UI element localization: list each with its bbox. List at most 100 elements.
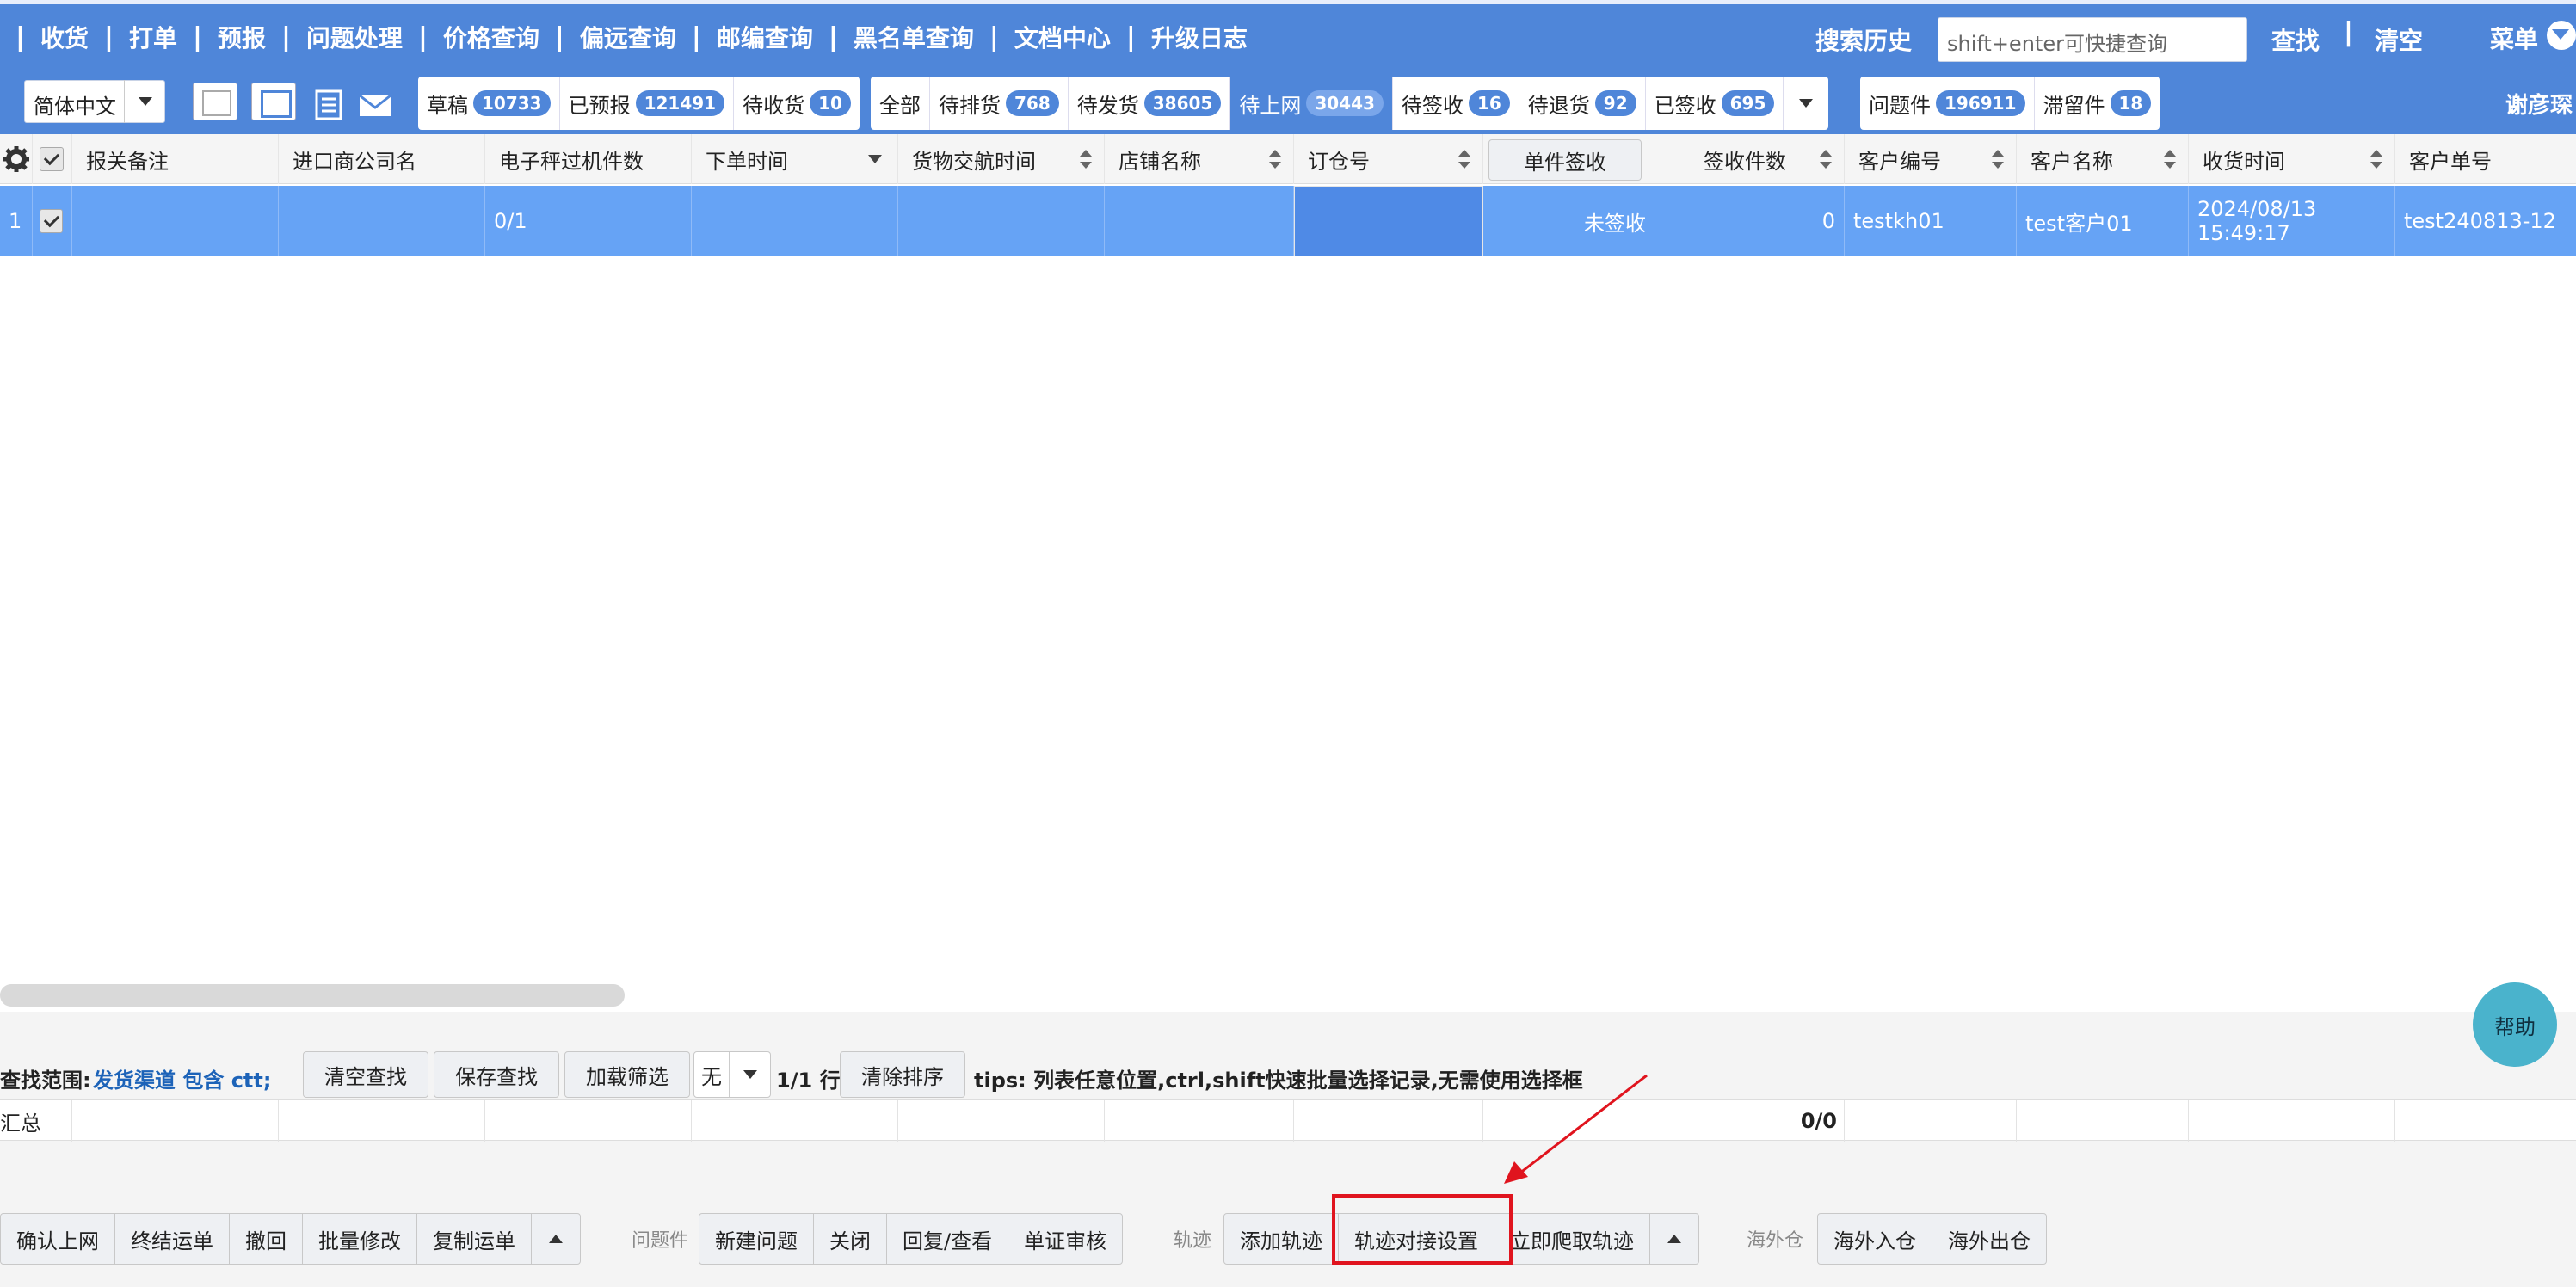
- select-all-checkbox[interactable]: [33, 134, 72, 184]
- cell-sign-status: 未签收: [1483, 186, 1655, 256]
- user-name[interactable]: 谢彦琛: [2505, 88, 2573, 120]
- col-customs-note[interactable]: 报关备注: [72, 134, 279, 184]
- summary-label: 汇总: [0, 1100, 72, 1142]
- nav-changelog[interactable]: 升级日志: [1151, 20, 1248, 54]
- cell-importer: [279, 186, 485, 256]
- table-row[interactable]: 1 0/1 未签收 0 testkh01 test客户01 2024/08/13…: [0, 186, 2576, 256]
- mail-icon[interactable]: [358, 89, 392, 120]
- cell-customer-code: testkh01: [1845, 186, 2017, 256]
- more-actions-up-icon[interactable]: [532, 1214, 580, 1264]
- withdraw-button[interactable]: 撤回: [230, 1214, 303, 1264]
- menu-chevron-icon[interactable]: [2547, 21, 2576, 50]
- nav-print[interactable]: 打单: [129, 20, 177, 54]
- reply-view-button[interactable]: 回复/查看: [887, 1214, 1009, 1264]
- clear-button[interactable]: 清空: [2375, 22, 2423, 57]
- gear-icon[interactable]: [0, 134, 33, 184]
- doc-review-button[interactable]: 单证审核: [1008, 1214, 1122, 1264]
- nav-receive[interactable]: 收货: [40, 20, 89, 54]
- list-icon[interactable]: [313, 89, 344, 120]
- close-problem-button[interactable]: 关闭: [814, 1214, 887, 1264]
- nav-forecast[interactable]: 预报: [218, 20, 266, 54]
- tab-forecasted[interactable]: 已预报 121491: [560, 77, 735, 130]
- count-badge: 196911: [1936, 90, 2025, 116]
- tab-stranded[interactable]: 滞留件 18: [2035, 77, 2160, 130]
- tab-pending-return[interactable]: 待退货 92: [1519, 77, 1646, 130]
- search-input[interactable]: shift+enter可快捷查询: [1938, 17, 2247, 62]
- search-history-link[interactable]: 搜索历史: [1815, 22, 1912, 57]
- save-find-button[interactable]: 保存查找: [434, 1051, 559, 1098]
- sort-icon: [1992, 150, 2004, 169]
- overseas-inbound-button[interactable]: 海外入仓: [1818, 1214, 1932, 1264]
- copy-waybill-button[interactable]: 复制运单: [417, 1214, 532, 1264]
- more-track-up-icon[interactable]: [1650, 1214, 1698, 1264]
- more-status-dropdown[interactable]: [1784, 77, 1828, 130]
- tab-pending-receive[interactable]: 待收货 10: [734, 77, 860, 130]
- count-badge: 38605: [1143, 90, 1222, 116]
- new-problem-button[interactable]: 新建问题: [699, 1214, 814, 1264]
- single-sign-button[interactable]: 单件签收: [1488, 139, 1642, 181]
- col-single-sign: 单件签收: [1483, 134, 1655, 184]
- col-customer-name[interactable]: 客户名称: [2017, 134, 2189, 184]
- row-checkbox[interactable]: [33, 186, 72, 256]
- checkbox: [40, 209, 63, 233]
- load-filter-button[interactable]: 加载筛选: [564, 1051, 690, 1098]
- tab-pending-sign[interactable]: 待签收 16: [1393, 77, 1519, 130]
- tab-problem[interactable]: 问题件 196911: [1860, 77, 2035, 130]
- horizontal-scrollbar[interactable]: [0, 984, 625, 1007]
- annotation-arrow-icon: [1504, 1074, 1648, 1184]
- count-badge: 92: [1594, 90, 1636, 116]
- cell-booking-no[interactable]: [1294, 186, 1483, 256]
- col-customer-order[interactable]: 客户单号: [2395, 134, 2576, 184]
- tab-pending-online[interactable]: 待上网 30443: [1230, 77, 1393, 130]
- tab-signed[interactable]: 已签收 695: [1646, 77, 1784, 130]
- nav-price[interactable]: 价格查询: [443, 20, 539, 54]
- col-handover-time[interactable]: 货物交航时间: [898, 134, 1105, 184]
- col-scale-count[interactable]: 电子秤过机件数: [485, 134, 692, 184]
- nav-docs[interactable]: 文档中心: [1014, 20, 1111, 54]
- chevron-down-icon[interactable]: [124, 80, 165, 123]
- overseas-outbound-button[interactable]: 海外出仓: [1932, 1214, 2046, 1264]
- col-customer-code[interactable]: 客户编号: [1845, 134, 2017, 184]
- col-shop[interactable]: 店铺名称: [1105, 134, 1294, 184]
- draft-status-group: 草稿 10733 已预报 121491 待收货 10: [418, 77, 860, 130]
- sort-icon: [1080, 150, 1092, 169]
- view-narrow-button[interactable]: [193, 83, 237, 120]
- count-badge: 695: [1721, 90, 1775, 116]
- menu-button[interactable]: 菜单: [2490, 21, 2538, 55]
- col-receive-time[interactable]: 收货时间: [2189, 134, 2395, 184]
- tab-pending-ship[interactable]: 待发货 38605: [1069, 77, 1231, 130]
- tab-all[interactable]: 全部: [871, 77, 930, 130]
- tips-text: tips: 列表任意位置,ctrl,shift快速批量选择记录,无需使用选择框: [974, 1068, 1583, 1093]
- annotation-highlight-box: [1332, 1194, 1513, 1265]
- crawl-track-now-button[interactable]: 立即爬取轨迹: [1494, 1214, 1650, 1264]
- shipping-status-group: 全部 待排货 768 待发货 38605 待上网 30443 待签收 16 待退货 92 …: [871, 77, 1829, 130]
- tab-draft[interactable]: 草稿 10733: [418, 77, 560, 130]
- cell-receive-time: 2024/08/13 15:49:17: [2189, 186, 2395, 256]
- col-importer[interactable]: 进口商公司名: [279, 134, 485, 184]
- find-button[interactable]: 查找: [2271, 22, 2320, 57]
- count-badge: 10733: [473, 90, 551, 116]
- main-action-group: 确认上网 终结运单 撤回 批量修改 复制运单: [0, 1213, 581, 1265]
- help-button[interactable]: 帮助: [2473, 982, 2557, 1067]
- nav-remote[interactable]: 偏远查询: [580, 20, 676, 54]
- nav-problem[interactable]: 问题处理: [306, 20, 403, 54]
- view-wide-button[interactable]: [251, 83, 296, 120]
- col-booking-no[interactable]: 订仓号: [1294, 134, 1483, 184]
- cell-shop: [1105, 186, 1294, 256]
- clear-sort-button[interactable]: 清除排序: [840, 1051, 965, 1098]
- nav-blacklist[interactable]: 黑名单查询: [854, 20, 974, 54]
- nav-postcode[interactable]: 邮编查询: [717, 20, 813, 54]
- batch-edit-button[interactable]: 批量修改: [303, 1214, 417, 1264]
- terminate-waybill-button[interactable]: 终结运单: [115, 1214, 230, 1264]
- confirm-online-button[interactable]: 确认上网: [1, 1214, 115, 1264]
- filter-select[interactable]: 无: [693, 1051, 771, 1098]
- problem-action-group: 新建问题 关闭 回复/查看 单证审核: [699, 1213, 1124, 1265]
- col-sign-count[interactable]: 签收件数: [1655, 134, 1845, 184]
- col-order-time[interactable]: 下单时间: [692, 134, 898, 184]
- clear-find-button[interactable]: 清空查找: [303, 1051, 428, 1098]
- search-scope-value[interactable]: 发货渠道 包含 ctt;: [93, 1063, 271, 1093]
- cell-sign-count: 0: [1655, 186, 1845, 256]
- row-count: 1/1 行: [776, 1068, 841, 1093]
- tab-pending-arrange[interactable]: 待排货 768: [930, 77, 1069, 130]
- add-track-button[interactable]: 添加轨迹: [1224, 1214, 1339, 1264]
